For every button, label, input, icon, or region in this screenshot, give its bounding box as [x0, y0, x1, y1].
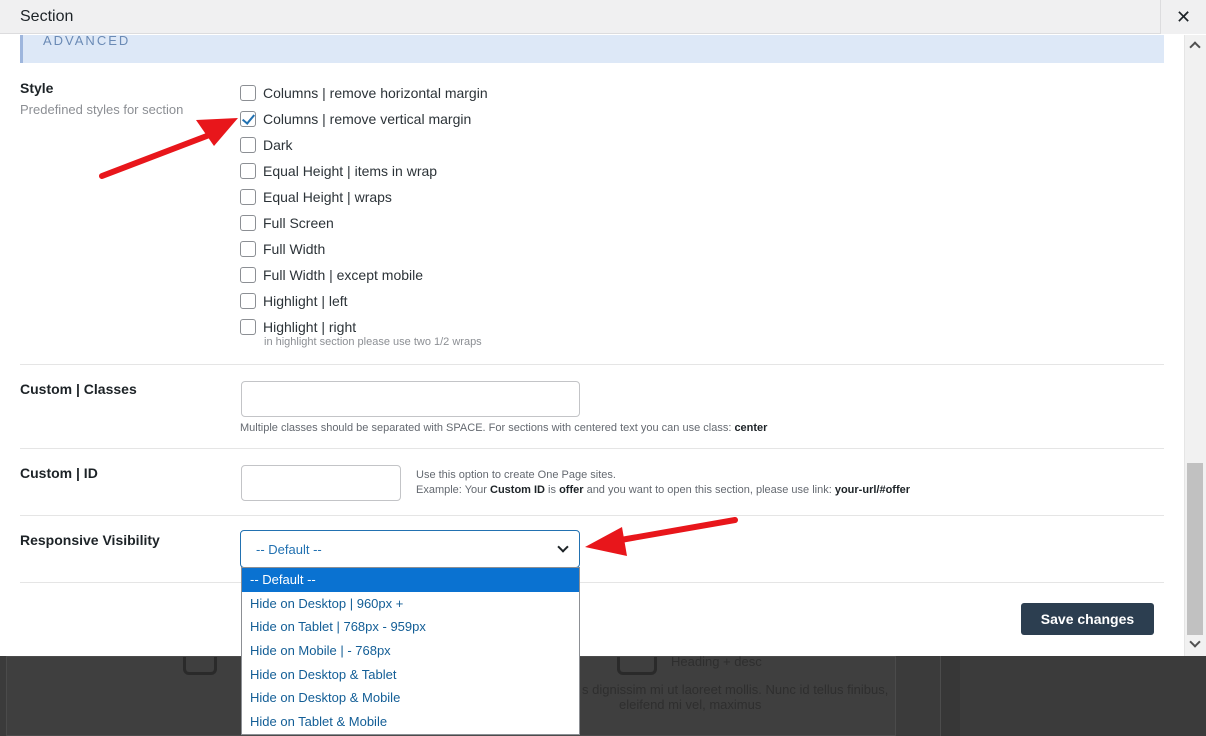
style-option[interactable]: Equal Height | items in wrap — [240, 158, 488, 184]
style-option-label: Dark — [263, 137, 293, 153]
style-option-label: Columns | remove vertical margin — [263, 111, 472, 127]
style-option-label: Equal Height | wraps — [263, 189, 392, 205]
checkbox[interactable] — [240, 189, 256, 205]
custom-classes-help-text: Multiple classes should be separated wit… — [240, 422, 735, 434]
custom-classes-help: Multiple classes should be separated wit… — [240, 421, 767, 436]
help-text: is — [545, 484, 560, 496]
modal-title: Section — [20, 8, 74, 25]
checkbox[interactable] — [240, 319, 256, 335]
dropdown-option[interactable]: Hide on Tablet & Mobile — [242, 710, 579, 734]
style-option-label: Equal Height | items in wrap — [263, 163, 438, 179]
custom-classes-help-bold: center — [734, 422, 768, 434]
checkbox[interactable] — [240, 215, 256, 231]
custom-id-help-line2: Example: Your Custom ID is offer and you… — [416, 483, 910, 498]
style-option[interactable]: Columns | remove horizontal margin — [240, 80, 488, 106]
style-option[interactable]: Full Width | except mobile — [240, 262, 488, 288]
style-option[interactable]: Columns | remove vertical margin — [240, 106, 488, 132]
close-button[interactable]: ✕ — [1160, 0, 1206, 34]
custom-id-help: Use this option to create One Page sites… — [416, 468, 910, 498]
dropdown-option[interactable]: Hide on Desktop | 960px + — [242, 592, 579, 616]
section-header-advanced: ADVANCED — [20, 35, 1164, 63]
custom-id-row: Custom | ID Use this option to create On… — [20, 465, 1164, 516]
dropdown-option[interactable]: Hide on Desktop & Mobile — [242, 686, 579, 710]
style-option[interactable]: Full Width — [240, 236, 488, 262]
scroll-up-icon[interactable] — [1189, 41, 1201, 53]
background-heading-icon — [617, 657, 657, 675]
style-option-label: Columns | remove horizontal margin — [263, 85, 488, 101]
help-bold: offer — [559, 484, 584, 496]
checkbox[interactable] — [240, 293, 256, 309]
background-heading-desc: Heading + desc — [671, 654, 762, 669]
custom-id-label: Custom | ID — [20, 465, 98, 481]
help-text: Example: Your — [416, 484, 490, 496]
custom-classes-row: Custom | Classes Multiple classes should… — [20, 381, 1164, 449]
custom-classes-label: Custom | Classes — [20, 381, 137, 397]
checkbox[interactable] — [240, 137, 256, 153]
background-lorem-1: s dignissim mi ut laoreet mollis. Nunc i… — [582, 682, 889, 697]
highlight-note: in highlight section please use two 1/2 … — [264, 336, 482, 348]
help-bold: your-url/#offer — [834, 484, 911, 496]
custom-id-help-line1: Use this option to create One Page sites… — [416, 469, 616, 481]
style-option[interactable]: Equal Height | wraps — [240, 184, 488, 210]
style-option-label: Full Width — [263, 241, 326, 257]
style-option-label: Highlight | right — [263, 319, 357, 335]
scrollbar-thumb[interactable] — [1187, 463, 1203, 635]
checkbox-checked[interactable] — [240, 111, 256, 127]
background-widget-icon — [183, 657, 217, 675]
dropdown-option[interactable]: Hide on Tablet | 768px - 959px — [242, 615, 579, 639]
responsive-visibility-select[interactable]: -- Default -- — [240, 530, 580, 568]
style-option-label: Full Screen — [263, 215, 334, 231]
section-header-label: ADVANCED — [43, 35, 131, 48]
checkbox[interactable] — [240, 163, 256, 179]
style-checkbox-list: Columns | remove horizontal margin Colum… — [240, 80, 488, 340]
modal-header: Section ✕ — [0, 0, 1206, 34]
background-page: Heading + desc s dignissim mi ut laoreet… — [0, 654, 1206, 736]
style-option[interactable]: Highlight | left — [240, 288, 488, 314]
dropdown-option[interactable]: Hide on Desktop & Tablet — [242, 662, 579, 686]
dropdown-option[interactable]: Hide on Mobile | - 768px — [242, 639, 579, 663]
dropdown-option[interactable]: -- Default -- — [242, 568, 579, 592]
style-option-label: Highlight | left — [263, 293, 348, 309]
checkbox[interactable] — [240, 267, 256, 283]
background-side-panel — [940, 656, 960, 736]
scroll-down-icon[interactable] — [1189, 636, 1201, 648]
select-value: -- Default -- — [256, 542, 322, 557]
responsive-row: Responsive Visibility — [20, 532, 1164, 583]
responsive-dropdown-list: -- Default -- Hide on Desktop | 960px + … — [241, 567, 580, 735]
custom-id-input[interactable] — [241, 465, 401, 501]
style-label: Style — [20, 80, 54, 96]
help-text: and you want to open this section, pleas… — [583, 484, 835, 496]
style-option-label: Full Width | except mobile — [263, 267, 424, 283]
style-row: Style Predefined styles for section Colu… — [20, 80, 1164, 365]
style-option[interactable]: Dark — [240, 132, 488, 158]
background-lorem-2: eleifend mi vel, maximus — [619, 697, 762, 712]
checkbox[interactable] — [240, 241, 256, 257]
custom-classes-input[interactable] — [241, 381, 580, 417]
help-bold: Custom ID — [490, 484, 545, 496]
section-modal: Section ✕ ADVANCED Style Predefined styl… — [0, 0, 1206, 656]
scrollbar[interactable] — [1184, 35, 1206, 656]
modal-body: ADVANCED Style Predefined styles for sec… — [0, 35, 1184, 656]
style-sublabel: Predefined styles for section — [20, 102, 184, 117]
style-option[interactable]: Full Screen — [240, 210, 488, 236]
checkbox[interactable] — [240, 85, 256, 101]
responsive-label: Responsive Visibility — [20, 532, 160, 548]
save-button[interactable]: Save changes — [1021, 603, 1154, 635]
close-icon: ✕ — [1175, 6, 1192, 27]
chevron-down-icon — [557, 541, 569, 553]
